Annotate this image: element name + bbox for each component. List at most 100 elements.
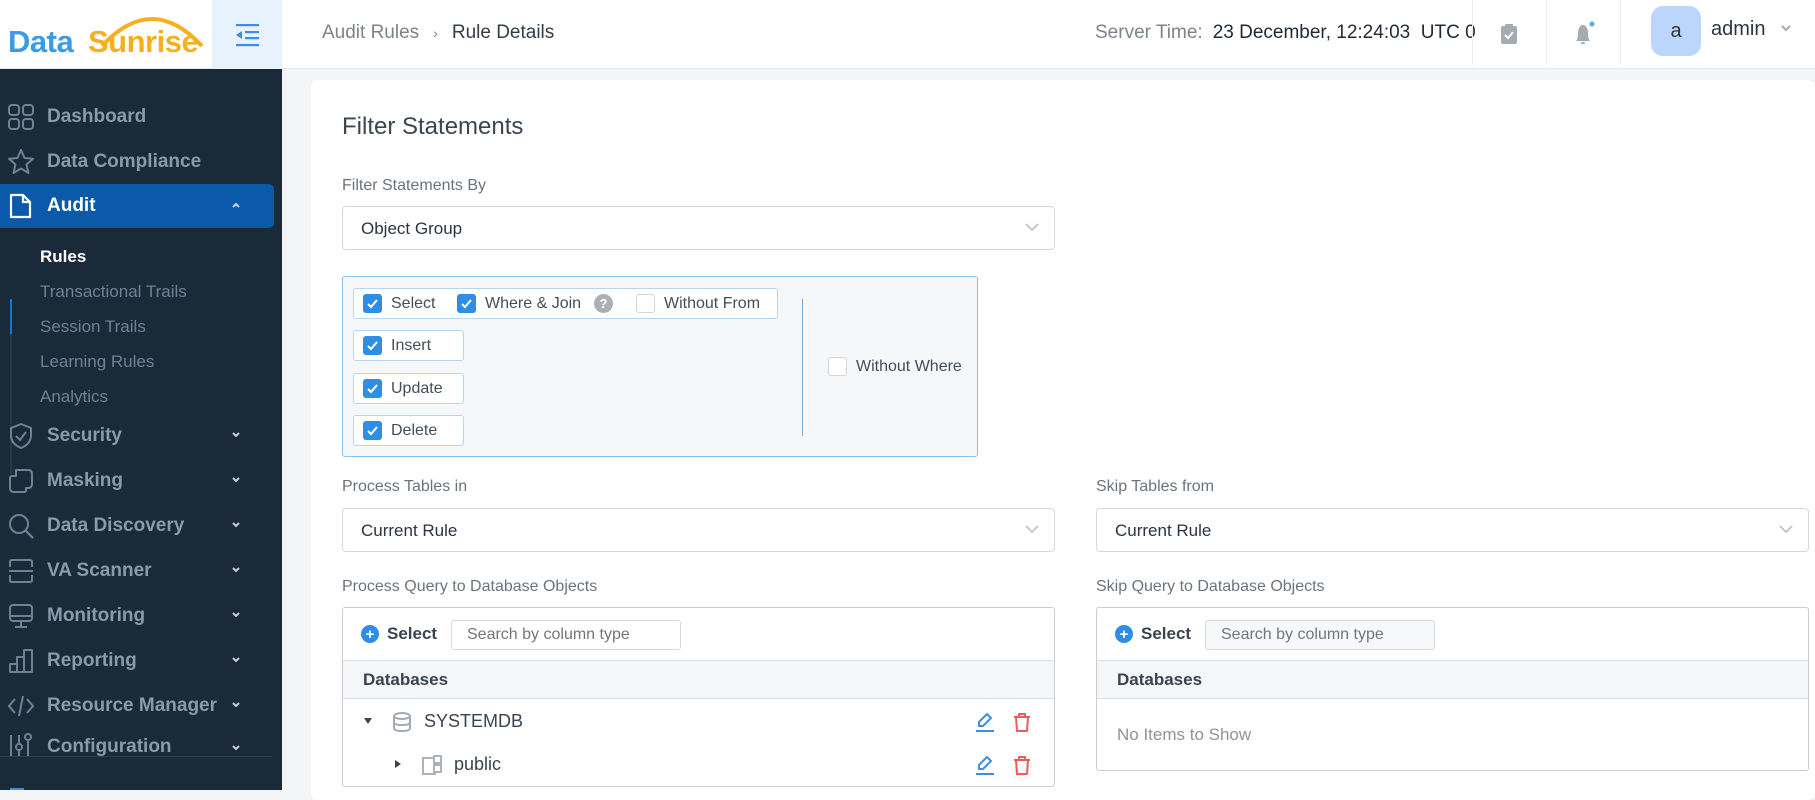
star-icon	[8, 149, 34, 174]
sidebar-item-monitoring[interactable]: Monitoring	[0, 594, 274, 638]
sidebar-item-data-compliance[interactable]: Data Compliance	[0, 140, 274, 184]
edit-icon[interactable]	[974, 754, 996, 776]
skip-tables-select[interactable]: Current Rule	[1096, 508, 1809, 552]
select-button-label: Select	[387, 624, 438, 643]
sidebar-item-label: Security	[47, 425, 122, 446]
process-tables-label: Process Tables in	[342, 478, 468, 495]
breadcrumb-audit-rules[interactable]: Audit Rules	[322, 22, 419, 44]
chevron-down-icon	[1025, 525, 1039, 534]
process-tables-select[interactable]: Current Rule	[342, 508, 1055, 552]
chevron-down-icon	[232, 612, 240, 618]
update-checkbox[interactable]: Update	[363, 379, 443, 398]
document-icon	[9, 193, 32, 219]
chevron-down-icon	[1779, 525, 1793, 534]
checkbox-unchecked-icon	[636, 294, 655, 313]
skip-tables-label: Skip Tables from	[1096, 478, 1214, 495]
sidebar-subitem-transactional-trails[interactable]: Transactional Trails	[40, 282, 187, 302]
tree-row[interactable]: SYSTEMDB	[343, 701, 1054, 743]
top-header: Data Sunrise Audit Rules › Rule Details …	[0, 0, 1815, 69]
checkbox-checked-icon	[363, 379, 382, 398]
tree-row[interactable]: public	[343, 744, 1054, 786]
breadcrumb-rule-details: Rule Details	[451, 22, 555, 43]
trash-icon[interactable]	[1012, 711, 1032, 733]
trash-icon[interactable]	[1012, 754, 1032, 776]
sliders-icon	[10, 733, 32, 756]
sidebar-item-data-discovery[interactable]: Data Discovery	[0, 504, 274, 548]
chevron-down-icon	[232, 477, 240, 483]
sidebar-item-label: Configuration	[47, 736, 172, 756]
insert-checkbox[interactable]: Insert	[363, 336, 431, 355]
sidebar-item-label: Reporting	[47, 650, 137, 671]
empty-state-text: No Items to Show	[1117, 725, 1252, 744]
sidebar-subitem-rules[interactable]: Rules	[40, 247, 86, 267]
breadcrumb: Audit Rules › Rule Details	[322, 22, 554, 44]
statement-types-box: Select Where & Join ? Without From Inser…	[342, 276, 978, 457]
datasunrise-logo[interactable]: Data Sunrise	[8, 4, 212, 66]
sidebar-item-security[interactable]: Security	[0, 414, 274, 458]
panel-toolbar: + Select	[343, 608, 1054, 660]
dashboard-grid-icon	[8, 104, 34, 130]
header-divider	[1620, 0, 1621, 65]
bar-chart-icon	[9, 649, 33, 673]
skip-query-panel: + Select Databases No Items to Show	[1096, 607, 1809, 771]
chevron-up-icon	[232, 202, 240, 208]
databases-column-header: Databases	[363, 670, 449, 689]
sidebar: Dashboard Data Compliance Audit Rules Tr…	[0, 69, 282, 790]
sidebar-item-reporting[interactable]: Reporting	[0, 639, 274, 683]
without-where-checkbox[interactable]: Without Where	[828, 357, 962, 376]
where-join-checkbox[interactable]: Where & Join	[457, 294, 581, 313]
sidebar-item-masking[interactable]: Masking	[0, 459, 274, 503]
sidebar-item-audit[interactable]: Audit	[0, 184, 274, 228]
sidebar-subitem-learning-rules[interactable]: Learning Rules	[40, 352, 154, 372]
checkbox-checked-icon	[363, 294, 382, 313]
logo-text-sunrise: Sunrise	[88, 24, 199, 59]
sidebar-item-label: Data Discovery	[47, 515, 185, 536]
checkbox-label: Where & Join	[485, 294, 582, 312]
notifications-button[interactable]	[1566, 18, 1598, 50]
sidebar-item-label: Audit	[47, 195, 96, 216]
sidebar-subitem-analytics[interactable]: Analytics	[40, 387, 108, 407]
caret-right-icon[interactable]	[393, 759, 403, 769]
filter-by-label: Filter Statements By	[342, 177, 487, 194]
sidebar-item-label: Resource Manager	[47, 695, 218, 716]
process-tables-value: Current Rule	[361, 521, 458, 540]
tasks-button[interactable]	[1493, 18, 1525, 50]
delete-checkbox[interactable]: Delete	[363, 421, 437, 440]
table-header: Databases	[1097, 660, 1808, 699]
caret-down-icon[interactable]	[363, 716, 373, 726]
checkbox-unchecked-icon	[828, 357, 847, 376]
table-header: Databases	[343, 660, 1054, 699]
select-objects-button[interactable]: + Select	[361, 624, 437, 644]
sidebar-item-label: Monitoring	[47, 605, 146, 626]
skip-query-label: Skip Query to Database Objects	[1096, 578, 1325, 595]
sidebar-item-dashboard[interactable]: Dashboard	[0, 95, 274, 139]
user-avatar[interactable]: a	[1651, 6, 1701, 56]
user-name[interactable]: admin	[1711, 18, 1765, 41]
edit-icon[interactable]	[974, 711, 996, 733]
select-objects-button[interactable]: + Select	[1115, 624, 1191, 644]
search-icon	[9, 514, 34, 539]
chevron-down-icon[interactable]	[1780, 24, 1792, 32]
shield-check-icon	[10, 423, 32, 449]
sidebar-item-va-scanner[interactable]: VA Scanner	[0, 549, 274, 593]
databases-column-header: Databases	[1117, 670, 1203, 689]
sidebar-item-configuration[interactable]: Configuration	[0, 728, 274, 756]
logo-text-data: Data	[8, 24, 74, 59]
collapse-sidebar-button[interactable]	[212, 0, 282, 69]
search-column-type-input[interactable]	[1205, 620, 1435, 650]
help-icon[interactable]: ?	[594, 294, 613, 313]
checkbox-label: Update	[391, 379, 443, 397]
filter-by-value: Object Group	[361, 219, 463, 238]
select-checkbox[interactable]: Select	[363, 294, 435, 313]
checkbox-label: Select	[391, 294, 436, 312]
filter-by-select[interactable]: Object Group	[342, 206, 1055, 250]
sidebar-item-resource-manager[interactable]: Resource Manager	[0, 684, 274, 728]
chevron-down-icon	[232, 567, 240, 573]
chevron-down-icon	[232, 657, 240, 663]
sidebar-subitem-session-trails[interactable]: Session Trails	[40, 317, 146, 337]
sidebar-divider	[0, 756, 272, 757]
database-icon	[393, 712, 411, 733]
chevron-down-icon	[232, 702, 240, 708]
without-from-checkbox[interactable]: Without From	[636, 294, 760, 313]
search-column-type-input[interactable]	[451, 620, 681, 650]
